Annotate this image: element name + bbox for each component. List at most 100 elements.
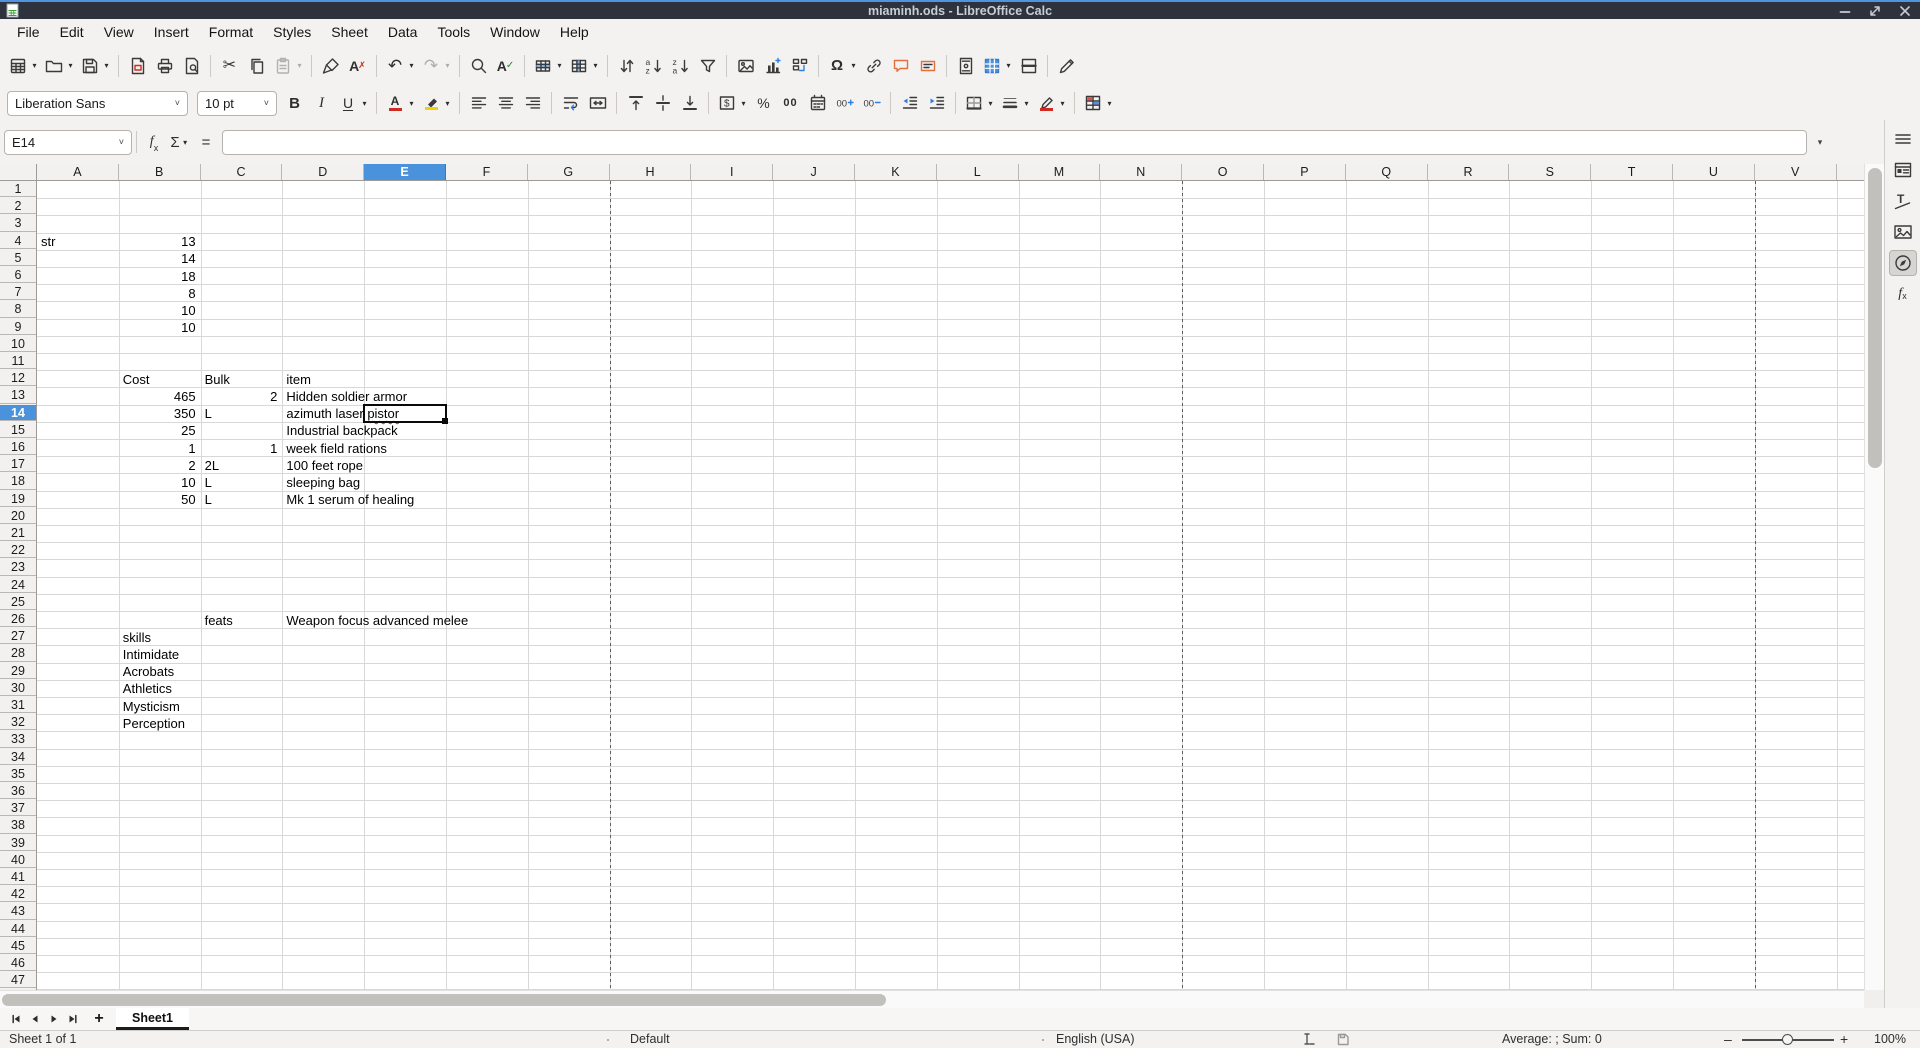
clear-formatting-button[interactable]: A✗ — [344, 52, 371, 80]
dropdown-arrow-icon[interactable]: ▾ — [181, 138, 190, 147]
column-header-G[interactable]: G — [528, 164, 610, 180]
styles-deck-button[interactable]: T — [1889, 188, 1917, 214]
close-button[interactable] — [1898, 4, 1912, 18]
cell-C12[interactable]: Bulk — [205, 372, 230, 388]
row-header-32[interactable]: 32 — [0, 714, 36, 730]
show-draw-functions-button[interactable] — [1053, 52, 1080, 80]
cell-B15[interactable]: 25 — [121, 423, 196, 439]
column-header-E[interactable]: E — [364, 164, 446, 180]
menu-help[interactable]: Help — [550, 19, 599, 45]
row-header-1[interactable]: 1 — [0, 181, 36, 197]
minimize-button[interactable] — [1838, 4, 1852, 18]
cell-C14[interactable]: L — [205, 406, 212, 422]
chevron-down-icon[interactable]: ˅ — [175, 98, 180, 108]
cell-B16[interactable]: 1 — [121, 441, 196, 457]
select-all-corner[interactable] — [0, 164, 37, 181]
cell-B29[interactable]: Acrobats — [123, 664, 174, 680]
menu-format[interactable]: Format — [199, 19, 263, 45]
first-sheet-button[interactable] — [6, 1009, 25, 1029]
select-function-button[interactable]: Σ▾ — [167, 130, 193, 155]
dropdown-arrow-icon[interactable]: ▾ — [1004, 61, 1013, 70]
row-header-43[interactable]: 43 — [0, 903, 36, 919]
cell-B19[interactable]: 50 — [121, 492, 196, 508]
functions-deck-button[interactable]: fx — [1889, 281, 1917, 307]
undo-button[interactable]: ↶▾ — [382, 52, 418, 80]
column-header-F[interactable]: F — [446, 164, 528, 180]
column-header-D[interactable]: D — [282, 164, 364, 180]
next-sheet-button[interactable] — [44, 1009, 63, 1029]
row-header-21[interactable]: 21 — [0, 525, 36, 541]
row-header-23[interactable]: 23 — [0, 559, 36, 575]
row-header-18[interactable]: 18 — [0, 473, 36, 489]
cell-D12[interactable]: item — [286, 372, 311, 388]
dropdown-arrow-icon[interactable]: ▾ — [407, 99, 416, 108]
row-header-29[interactable]: 29 — [0, 663, 36, 679]
conditional-formatting-button[interactable]: ▾ — [1080, 89, 1116, 117]
align-bottom-button[interactable] — [676, 89, 703, 117]
dropdown-arrow-icon[interactable]: ▾ — [66, 61, 75, 70]
menu-insert[interactable]: Insert — [144, 19, 199, 45]
align-left-button[interactable] — [465, 89, 492, 117]
row-header-34[interactable]: 34 — [0, 749, 36, 765]
format-as-percent-button[interactable]: % — [750, 89, 777, 117]
dropdown-arrow-icon[interactable]: ▾ — [360, 99, 369, 108]
menu-sheet[interactable]: Sheet — [321, 19, 378, 45]
borders-button[interactable]: ▾ — [961, 89, 997, 117]
format-as-currency-button[interactable]: $▾ — [714, 89, 750, 117]
dropdown-arrow-icon[interactable]: ▾ — [1022, 99, 1031, 108]
dropdown-arrow-icon[interactable]: ▾ — [407, 61, 416, 70]
insert-hyperlink-button[interactable] — [860, 52, 887, 80]
clone-formatting-button[interactable] — [317, 52, 344, 80]
freeze-rows-columns-button[interactable]: ▾ — [979, 52, 1015, 80]
column-header-P[interactable]: P — [1264, 164, 1346, 180]
row-header-28[interactable]: 28 — [0, 645, 36, 661]
wrap-text-button[interactable] — [557, 89, 584, 117]
row-header-33[interactable]: 33 — [0, 731, 36, 747]
insert-row-button[interactable]: ▾ — [530, 52, 566, 80]
cell-B30[interactable]: Athletics — [123, 681, 172, 697]
row-header-10[interactable]: 10 — [0, 336, 36, 352]
row-header-47[interactable]: 47 — [0, 972, 36, 988]
cell-B4[interactable]: 13 — [121, 234, 196, 250]
center-vertically-button[interactable] — [649, 89, 676, 117]
row-header-2[interactable]: 2 — [0, 198, 36, 214]
sidebar-settings-button[interactable] — [1889, 126, 1917, 152]
dropdown-arrow-icon[interactable]: ▾ — [295, 61, 304, 70]
border-color-button[interactable]: ▾ — [1033, 89, 1069, 117]
row-header-22[interactable]: 22 — [0, 542, 36, 558]
vertical-scrollbar-thumb[interactable] — [1868, 168, 1882, 468]
dropdown-arrow-icon[interactable]: ▾ — [102, 61, 111, 70]
cell-B6[interactable]: 18 — [121, 269, 196, 285]
row-header-19[interactable]: 19 — [0, 491, 36, 507]
sort-button[interactable] — [613, 52, 640, 80]
vertical-scrollbar[interactable] — [1864, 164, 1884, 990]
column-header-R[interactable]: R — [1428, 164, 1510, 180]
cell-B32[interactable]: Perception — [123, 716, 185, 732]
row-header-25[interactable]: 25 — [0, 594, 36, 610]
cell-B7[interactable]: 8 — [121, 286, 196, 302]
cell-D26[interactable]: Weapon focus advanced melee — [286, 613, 468, 629]
row-header-44[interactable]: 44 — [0, 921, 36, 937]
increase-indent-button[interactable] — [923, 89, 950, 117]
column-header-I[interactable]: I — [691, 164, 773, 180]
row-header-35[interactable]: 35 — [0, 766, 36, 782]
dropdown-arrow-icon[interactable]: ▾ — [443, 61, 452, 70]
cell-B5[interactable]: 14 — [121, 251, 196, 267]
column-header-M[interactable]: M — [1019, 164, 1101, 180]
horizontal-scrollbar-thumb[interactable] — [2, 994, 886, 1006]
align-top-button[interactable] — [622, 89, 649, 117]
cell-C18[interactable]: L — [205, 475, 212, 491]
row-header-42[interactable]: 42 — [0, 886, 36, 902]
column-header-O[interactable]: O — [1182, 164, 1264, 180]
cell-D17[interactable]: 100 feet rope — [286, 458, 363, 474]
row-header-45[interactable]: 45 — [0, 938, 36, 954]
cell-C16[interactable]: 1 — [203, 441, 278, 457]
row-header-24[interactable]: 24 — [0, 577, 36, 593]
horizontal-scrollbar[interactable] — [0, 990, 1864, 1008]
align-right-button[interactable] — [519, 89, 546, 117]
properties-deck-button[interactable] — [1889, 157, 1917, 183]
cell-cursor-handle[interactable] — [442, 418, 448, 424]
formula-button[interactable]: = — [193, 130, 219, 155]
menu-file[interactable]: File — [7, 19, 50, 45]
row-header-14[interactable]: 14 — [0, 405, 36, 421]
